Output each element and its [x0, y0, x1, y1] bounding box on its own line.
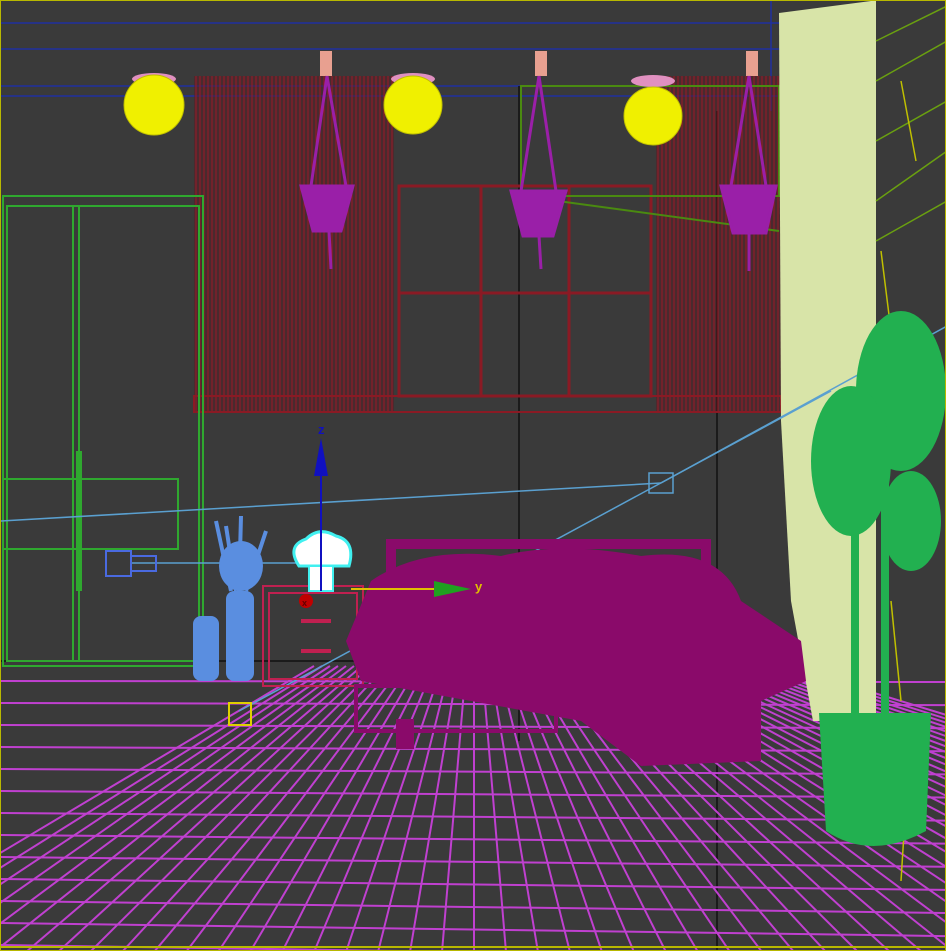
curtain-left	[194, 76, 394, 411]
wire-line	[409, 665, 459, 950]
gizmo-y-label: y	[475, 579, 483, 594]
right-wall-wires	[875, 6, 945, 242]
gizmo-z-label: z	[318, 422, 325, 437]
wire-line	[186, 665, 403, 950]
wire-line	[218, 665, 411, 950]
table-lamp-selected[interactable]	[292, 530, 353, 592]
scene-wireframe[interactable]: z y x	[1, 1, 946, 951]
wire-line	[441, 665, 467, 950]
gizmo-x-label: x	[302, 598, 307, 608]
bed	[346, 539, 806, 766]
wire-line	[313, 665, 435, 950]
viewport-perspective[interactable]: z y x	[0, 0, 946, 951]
floor-planks	[1, 665, 945, 950]
wire-line	[1, 665, 355, 948]
wire-line	[377, 665, 451, 950]
wardrobe	[2, 195, 204, 667]
wire-line	[58, 665, 371, 950]
